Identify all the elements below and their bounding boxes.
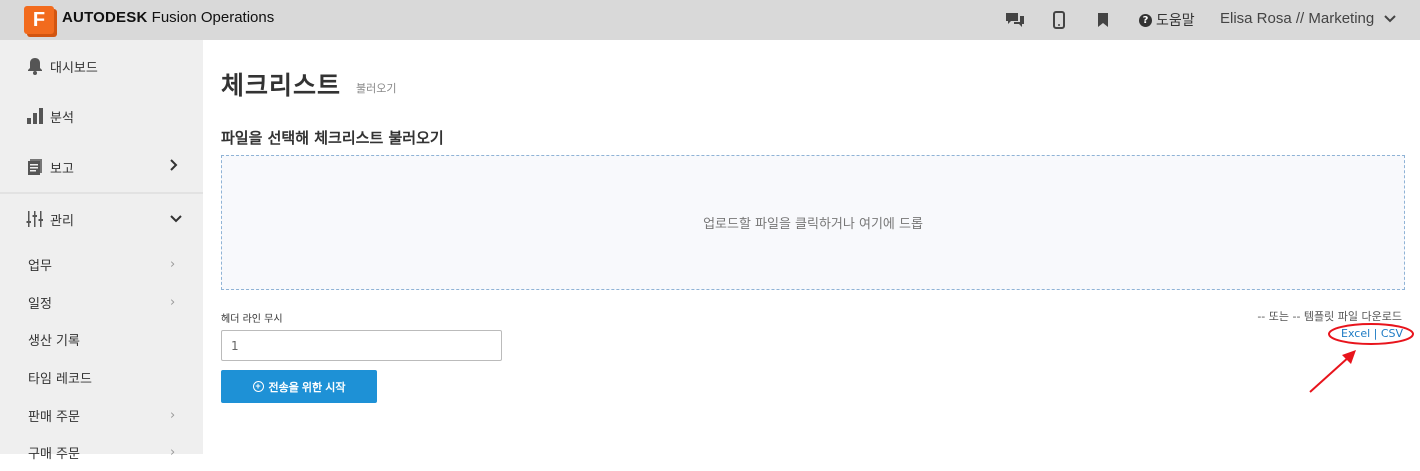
sidebar-item-dashboard[interactable]: 대시보드 <box>0 40 203 92</box>
user-menu[interactable]: Elisa Rosa // Marketing <box>1220 10 1396 27</box>
sidebar: 대시보드 분석 보고 관리 업무 › 일정 › 생산 기록 타임 레코드 판매 … <box>0 40 203 462</box>
sidebar-item-management[interactable]: 관리 <box>0 193 203 245</box>
sliders-icon <box>25 209 45 229</box>
chevron-right-icon: › <box>170 444 176 460</box>
sidebar-subitem-schedule[interactable]: 일정 › <box>0 283 203 321</box>
sidebar-subitem-time-records[interactable]: 타임 레코드 <box>0 358 203 396</box>
sidebar-item-label: 분석 <box>50 110 74 126</box>
brand-autodesk: AUTODESK <box>62 9 148 26</box>
chat-icon[interactable] <box>1003 8 1027 32</box>
annotation-arrow-line <box>1309 355 1351 393</box>
help-label: 도움말 <box>1156 13 1195 29</box>
chevron-down-icon <box>170 212 182 227</box>
chevron-right-icon: › <box>170 256 176 272</box>
sidebar-item-label: 보고 <box>50 161 74 177</box>
file-dropzone[interactable]: 업로드할 파일을 클릭하거나 여기에 드롭 <box>221 155 1405 290</box>
plus-circle-icon: + <box>252 381 264 392</box>
fusion-logo-icon[interactable]: F <box>24 6 54 34</box>
bar-chart-icon <box>25 106 45 126</box>
bookmark-icon[interactable] <box>1091 8 1115 32</box>
section-title: 파일을 선택해 체크리스트 불러오기 <box>221 129 444 147</box>
user-label: Elisa Rosa // Marketing <box>1220 10 1375 27</box>
csv-template-link[interactable]: CSV <box>1381 327 1403 340</box>
header-ignore-label: 헤더 라인 무시 <box>221 314 283 325</box>
report-icon <box>25 157 45 177</box>
sidebar-subitem-label: 구매 주문 <box>28 446 80 462</box>
template-download-text: -- 또는 -- 템플릿 파일 다운로드 <box>1257 310 1402 323</box>
brand-name: AUTODESK Fusion Operations <box>62 9 274 26</box>
sidebar-subitem-tasks[interactable]: 업무 › <box>0 245 203 283</box>
dropzone-text: 업로드할 파일을 클릭하거나 여기에 드롭 <box>703 217 923 232</box>
help-icon: ? <box>1139 13 1152 27</box>
sidebar-item-reports[interactable]: 보고 <box>0 141 203 193</box>
chevron-right-icon <box>170 159 178 175</box>
start-transfer-button[interactable]: + 전송을 위한 시작 <box>221 370 377 403</box>
header-ignore-input[interactable] <box>221 330 502 361</box>
sidebar-item-analysis[interactable]: 분석 <box>0 90 203 142</box>
sidebar-subitem-label: 판매 주문 <box>28 409 80 425</box>
template-links: Excel | CSV <box>1341 327 1403 340</box>
sidebar-subitem-production-records[interactable]: 생산 기록 <box>0 320 203 358</box>
sidebar-item-label: 관리 <box>50 213 74 229</box>
sidebar-subitem-label: 업무 <box>28 258 52 274</box>
mobile-icon[interactable] <box>1047 8 1071 32</box>
sidebar-subitem-label: 생산 기록 <box>28 333 80 349</box>
sidebar-subitem-sales-orders[interactable]: 판매 주문 › <box>0 396 203 434</box>
brand-product: Fusion Operations <box>151 9 275 26</box>
help-link[interactable]: ? 도움말 <box>1139 10 1195 30</box>
sidebar-item-label: 대시보드 <box>50 60 98 76</box>
chevron-down-icon <box>1384 14 1396 22</box>
chevron-right-icon: › <box>170 407 176 423</box>
sidebar-subitem-label: 일정 <box>28 296 52 312</box>
sidebar-subitem-purchase-orders[interactable]: 구매 주문 › <box>0 433 203 471</box>
start-transfer-label: 전송을 위한 시작 <box>268 381 346 394</box>
bell-icon <box>25 56 45 76</box>
top-bar: F AUTODESK Fusion Operations ? 도움말 Elisa… <box>0 0 1420 40</box>
link-separator: | <box>1370 327 1381 340</box>
chevron-right-icon: › <box>170 294 176 310</box>
excel-template-link[interactable]: Excel <box>1341 327 1370 340</box>
page-title: 체크리스트 <box>221 71 342 100</box>
annotation-arrow-head <box>1342 350 1356 364</box>
page-subtitle: 불러오기 <box>356 82 397 95</box>
sidebar-subitem-label: 타임 레코드 <box>28 371 92 387</box>
